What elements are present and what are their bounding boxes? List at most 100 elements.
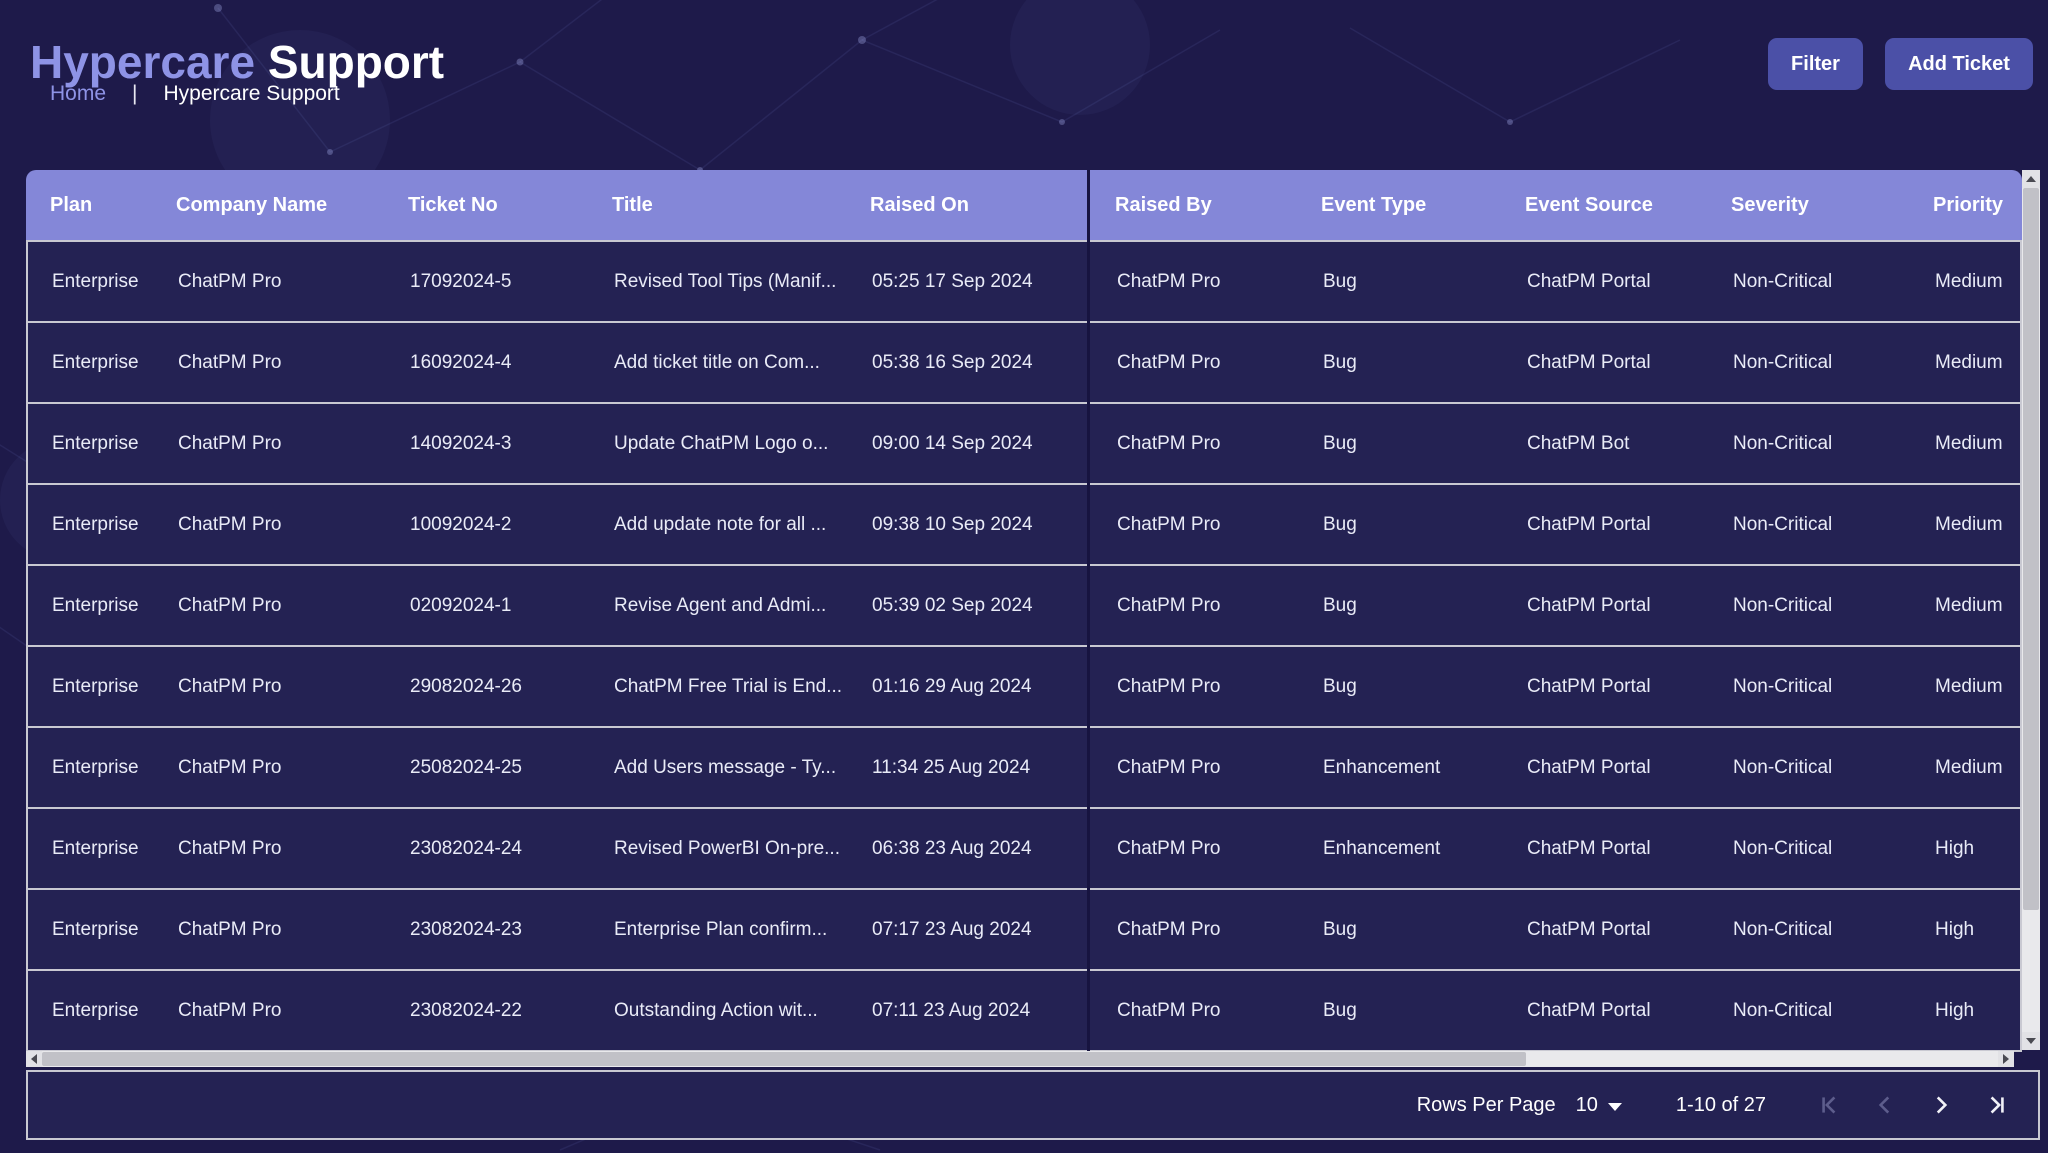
cell-title: Update ChatPM Logo o... [590, 433, 848, 455]
column-header-raised_on[interactable]: Raised On [846, 194, 1091, 217]
horizontal-scrollbar[interactable] [26, 1051, 2014, 1067]
caret-down-icon [1608, 1103, 1622, 1111]
column-header-ticket_no[interactable]: Ticket No [384, 194, 588, 217]
table-row[interactable]: EnterpriseChatPM Pro02092024-1Revise Age… [28, 566, 2020, 647]
cell-raised_on: 01:16 29 Aug 2024 [848, 676, 1093, 698]
cell-plan: Enterprise [28, 514, 154, 536]
cell-event_type: Enhancement [1299, 838, 1503, 860]
column-header-event_type[interactable]: Event Type [1297, 194, 1501, 217]
cell-company: ChatPM Pro [154, 352, 386, 374]
scroll-right-icon [2003, 1054, 2009, 1064]
cell-priority: Medium [1911, 757, 2020, 779]
filter-button[interactable]: Filter [1768, 38, 1863, 90]
cell-event_source: ChatPM Portal [1503, 676, 1709, 698]
cell-title: Add update note for all ... [590, 514, 848, 536]
cell-plan: Enterprise [28, 433, 154, 455]
cell-event_type: Bug [1299, 676, 1503, 698]
cell-event_type: Bug [1299, 433, 1503, 455]
cell-event_source: ChatPM Portal [1503, 1000, 1709, 1022]
previous-page-button[interactable] [1872, 1092, 1898, 1118]
table-header-row: PlanCompany NameTicket NoTitleRaised OnR… [26, 170, 2022, 240]
pagination-bar: Rows Per Page 10 1-10 of 27 [26, 1070, 2040, 1140]
cell-ticket_no: 17092024-5 [386, 271, 590, 293]
cell-ticket_no: 23082024-23 [386, 919, 590, 941]
table-row[interactable]: EnterpriseChatPM Pro23082024-23Enterpris… [28, 890, 2020, 971]
cell-raised_on: 05:38 16 Sep 2024 [848, 352, 1093, 374]
cell-priority: Medium [1911, 271, 2020, 293]
cell-priority: Medium [1911, 433, 2020, 455]
scroll-right-button[interactable] [1998, 1051, 2014, 1067]
cell-raised_on: 09:38 10 Sep 2024 [848, 514, 1093, 536]
cell-raised_on: 11:34 25 Aug 2024 [848, 757, 1093, 779]
cell-ticket_no: 02092024-1 [386, 595, 590, 617]
cell-raised_by: ChatPM Pro [1093, 433, 1299, 455]
breadcrumb-home-link[interactable]: Home [50, 82, 106, 106]
cell-event_type: Enhancement [1299, 757, 1503, 779]
cell-raised_by: ChatPM Pro [1093, 838, 1299, 860]
column-header-title[interactable]: Title [588, 194, 846, 217]
cell-ticket_no: 16092024-4 [386, 352, 590, 374]
breadcrumb-separator: | [132, 82, 137, 106]
cell-raised_by: ChatPM Pro [1093, 757, 1299, 779]
table-row[interactable]: EnterpriseChatPM Pro10092024-2Add update… [28, 485, 2020, 566]
rows-per-page-dropdown[interactable]: 10 [1576, 1094, 1622, 1117]
first-page-button[interactable] [1816, 1092, 1842, 1118]
cell-title: Add Users message - Ty... [590, 757, 848, 779]
cell-event_type: Bug [1299, 595, 1503, 617]
table-row[interactable]: EnterpriseChatPM Pro29082024-26ChatPM Fr… [28, 647, 2020, 728]
cell-raised_on: 07:17 23 Aug 2024 [848, 919, 1093, 941]
horizontal-scroll-thumb[interactable] [42, 1052, 1526, 1066]
add-ticket-button[interactable]: Add Ticket [1885, 38, 2033, 90]
scroll-down-button[interactable] [2022, 1032, 2040, 1050]
page-title-secondary: Support [268, 36, 444, 88]
cell-ticket_no: 25082024-25 [386, 757, 590, 779]
table-row[interactable]: EnterpriseChatPM Pro14092024-3Update Cha… [28, 404, 2020, 485]
cell-title: Add ticket title on Com... [590, 352, 848, 374]
cell-severity: Non-Critical [1709, 433, 1911, 455]
column-header-company[interactable]: Company Name [152, 194, 384, 217]
cell-company: ChatPM Pro [154, 676, 386, 698]
last-page-button[interactable] [1984, 1092, 2010, 1118]
next-page-button[interactable] [1928, 1092, 1954, 1118]
cell-title: ChatPM Free Trial is End... [590, 676, 848, 698]
cell-event_source: ChatPM Portal [1503, 271, 1709, 293]
cell-plan: Enterprise [28, 838, 154, 860]
cell-company: ChatPM Pro [154, 757, 386, 779]
cell-severity: Non-Critical [1709, 352, 1911, 374]
cell-event_source: ChatPM Bot [1503, 433, 1709, 455]
cell-title: Revised Tool Tips (Manif... [590, 271, 848, 293]
cell-severity: Non-Critical [1709, 514, 1911, 536]
vertical-scroll-thumb[interactable] [2023, 188, 2039, 910]
column-header-raised_by[interactable]: Raised By [1091, 194, 1297, 217]
cell-raised_on: 05:39 02 Sep 2024 [848, 595, 1093, 617]
cell-event_type: Bug [1299, 1000, 1503, 1022]
rows-per-page-value: 10 [1576, 1094, 1598, 1117]
breadcrumb-current: Hypercare Support [164, 82, 340, 106]
cell-company: ChatPM Pro [154, 514, 386, 536]
table-row[interactable]: EnterpriseChatPM Pro16092024-4Add ticket… [28, 323, 2020, 404]
cell-severity: Non-Critical [1709, 919, 1911, 941]
column-header-severity[interactable]: Severity [1707, 194, 1909, 217]
table-row[interactable]: EnterpriseChatPM Pro23082024-22Outstandi… [28, 971, 2020, 1052]
cell-severity: Non-Critical [1709, 838, 1911, 860]
cell-raised_by: ChatPM Pro [1093, 1000, 1299, 1022]
column-header-plan[interactable]: Plan [26, 194, 152, 217]
column-header-priority[interactable]: Priority [1909, 194, 2022, 217]
cell-event_source: ChatPM Portal [1503, 757, 1709, 779]
cell-raised_on: 05:25 17 Sep 2024 [848, 271, 1093, 293]
cell-severity: Non-Critical [1709, 757, 1911, 779]
column-header-event_source[interactable]: Event Source [1501, 194, 1707, 217]
cell-event_type: Bug [1299, 514, 1503, 536]
cell-ticket_no: 29082024-26 [386, 676, 590, 698]
cell-event_type: Bug [1299, 271, 1503, 293]
table-row[interactable]: EnterpriseChatPM Pro25082024-25Add Users… [28, 728, 2020, 809]
table-row[interactable]: EnterpriseChatPM Pro17092024-5Revised To… [28, 242, 2020, 323]
table-row[interactable]: EnterpriseChatPM Pro23082024-24Revised P… [28, 809, 2020, 890]
scroll-up-button[interactable] [2022, 170, 2040, 188]
cell-plan: Enterprise [28, 271, 154, 293]
cell-priority: High [1911, 919, 2020, 941]
cell-priority: Medium [1911, 352, 2020, 374]
scroll-left-button[interactable] [26, 1051, 42, 1067]
vertical-scrollbar[interactable] [2022, 170, 2040, 1050]
cell-raised_on: 07:11 23 Aug 2024 [848, 1000, 1093, 1022]
